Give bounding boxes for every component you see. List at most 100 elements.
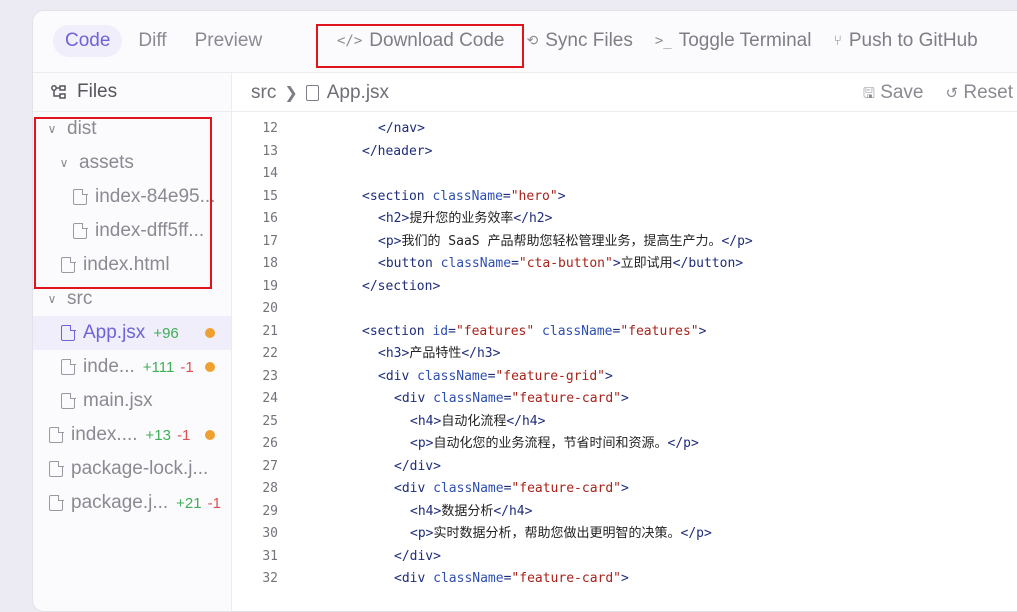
code-editor: src ❯ App.jsx 🖫 Save ↺ Reset 12 </nav> 13 <… [232,73,1017,611]
download-code-label: Download Code [369,30,505,51]
code-text: <p>我们的 SaaS 产品帮助您轻松管理业务，提高生产力。</p> [378,233,753,249]
tree-folder[interactable]: ∨ dist [33,112,231,146]
code-icon: </> [337,33,363,49]
code-text: <h3>产品特性</h3> [378,346,501,361]
line-number: 31 [262,548,278,564]
file-tree: ∨ dist ∨ assets index-84e95... index-dff5ff..… [33,112,231,520]
save-button[interactable]: 🖫 Save [863,82,924,107]
sync-icon: ⟲ [526,33,539,49]
chevron-right-icon: ❯ [284,85,298,102]
tree-file[interactable]: package-lock.j... [33,452,231,486]
code-text: <h2>提升您的业务效率</h2> [378,211,553,226]
modified-dot [205,362,215,372]
editor-actions: 🖫 Save ↺ Reset [863,82,1013,107]
tree-file[interactable]: main.jsx [33,384,231,418]
tree-file[interactable]: App.jsx +96 [33,316,231,350]
tree-file[interactable]: inde... +111 -1 [33,350,231,384]
breadcrumb-dir[interactable]: src [251,82,276,104]
added-count: +111 [142,358,175,376]
tree-folder[interactable]: ∨ assets [33,146,231,180]
tree-item-label: index-84e95... [95,186,216,207]
file-tree-sidebar: Files ∨ dist ∨ assets index-84e95... index-df… [33,73,232,611]
code-lines[interactable]: 12 </nav> 13 </header> 14 15 <section classNam… [232,118,1017,591]
tree-item-label: package.j... [71,492,169,513]
code-line: 14 [232,163,1017,186]
code-line: 30 <p>实时数据分析，帮助您做出更明智的决策。</p> [232,523,1017,546]
save-icon: 🖫 [862,85,875,101]
tab-diff[interactable]: Diff [126,25,178,57]
tree-item-label: index-dff5ff... [95,220,205,241]
file-icon [61,324,76,341]
line-number: 30 [262,526,278,541]
code-text: <div className="feature-card"> [394,481,629,496]
line-number: 23 [262,368,278,384]
removed-count: -1 [207,494,221,512]
line-number: 17 [262,233,278,249]
code-line: 31 </div> [232,546,1017,569]
line-number: 13 [262,143,278,159]
file-icon [49,494,64,511]
sync-files-button[interactable]: ⟲ Sync Files [527,25,633,57]
code-line: 28 <div className="feature-card"> [232,478,1017,501]
tree-folder[interactable]: ∨ src [33,282,231,316]
tree-item-label: inde... [83,356,135,377]
code-text: <button className="cta-button">立即试用</but… [378,256,744,271]
line-number: 25 [262,413,278,429]
tree-file[interactable]: index-84e95... [33,180,231,214]
files-header: Files [33,73,231,112]
file-icon [73,188,88,205]
tree-item-label: main.jsx [83,390,153,411]
tree-file[interactable]: index-dff5ff... [33,214,231,248]
code-line: 32 <div className="feature-card"> [232,568,1017,591]
code-line: 13 </header> [232,141,1017,164]
breadcrumb-file: App.jsx [326,82,390,103]
code-line: 21 <section id="features" className="feat… [232,321,1017,344]
tree-item-label: assets [79,152,134,173]
tree-file[interactable]: index.... +13 -1 [33,418,231,452]
push-github-button[interactable]: ⑂ Push to GitHub [833,25,977,57]
toggle-terminal-label: Toggle Terminal [678,30,812,51]
line-number: 24 [262,391,278,406]
file-icon [49,426,64,443]
toggle-terminal-button[interactable]: >_ Toggle Terminal [655,25,812,57]
tab-code[interactable]: Code [53,25,123,57]
removed-count: -1 [180,358,194,376]
code-text: <h4>自动化流程</h4> [410,413,546,429]
code-line: 29 <h4>数据分析</h4> [232,501,1017,524]
tree-item-label: dist [67,118,97,139]
code-line: 24 <div className="feature-card"> [232,388,1017,411]
code-line: 15 <section className="hero"> [232,186,1017,209]
code-line: 23 <div className="feature-grid"> [232,366,1017,389]
tree-file[interactable]: index.html [33,248,231,282]
file-icon [61,256,76,273]
line-number: 27 [262,458,278,474]
file-icon [305,85,319,101]
toolbar: Code Diff Preview </> Download Code ⟲ Sync … [33,11,1017,73]
tree-item-label: index.... [71,424,138,445]
tree-item-label: App.jsx [83,322,146,343]
code-line: 22 <h3>产品特性</h3> [232,343,1017,366]
line-number: 18 [262,256,278,271]
git-branch-icon: ⑂ [833,33,842,49]
download-code-button[interactable]: </> Download Code [337,25,505,57]
code-text: <p>自动化您的业务流程，节省时间和资源。</p> [410,436,699,451]
code-text: <section className="hero"> [362,188,566,204]
tree-file[interactable]: package.j... +21 -1 [33,486,231,520]
line-number: 29 [262,503,278,519]
line-number: 28 [262,481,278,496]
modified-dot [205,430,215,440]
code-text: <p>实时数据分析，帮助您做出更明智的决策。</p> [410,526,712,541]
code-line: 19 </section> [232,276,1017,299]
code-text: </header> [362,143,433,159]
push-github-label: Push to GitHub [848,30,978,51]
tree-item-label: src [67,288,93,309]
reset-button[interactable]: ↺ Reset [946,82,1014,107]
code-line: 26 <p>自动化您的业务流程，节省时间和资源。</p> [232,433,1017,456]
added-count: +96 [153,324,179,342]
code-line: 16 <h2>提升您的业务效率</h2> [232,208,1017,231]
view-tabs: Code Diff Preview [53,25,274,57]
code-line: 18 <button className="cta-button">立即试用</b… [232,253,1017,276]
tab-preview[interactable]: Preview [183,25,275,57]
file-icon [49,460,64,477]
code-line: 20 [232,298,1017,321]
